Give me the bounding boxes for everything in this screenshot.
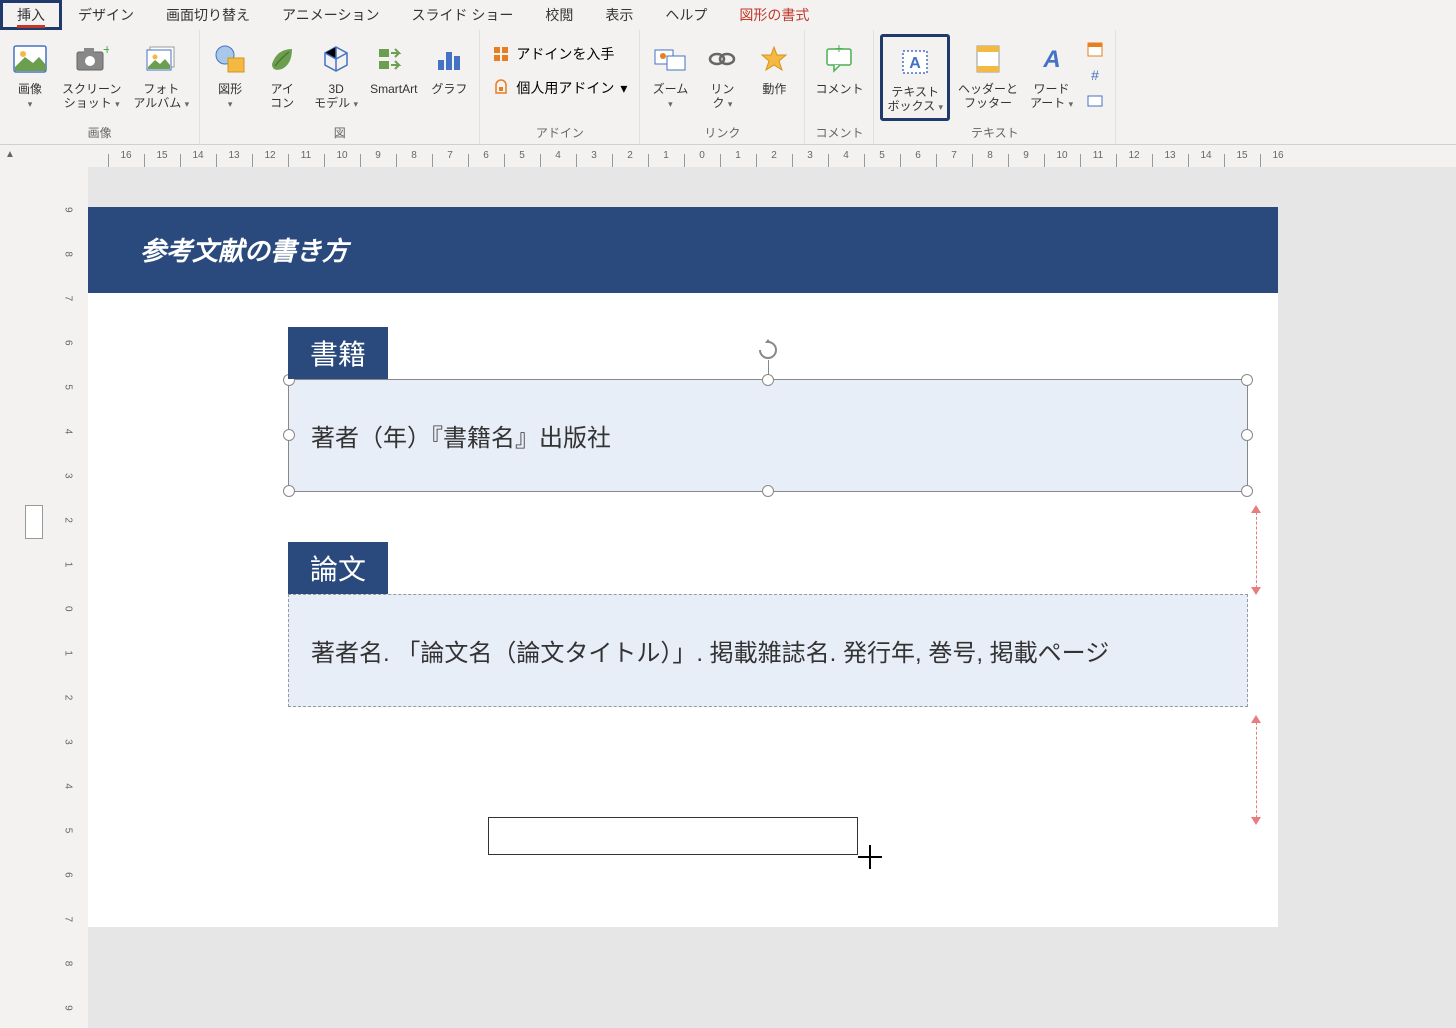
ribbon: 画像▾ + スクリーン ショット ▾ フォト アルバム ▾ 画像 <box>0 30 1456 145</box>
svg-text:+: + <box>103 46 109 57</box>
chart-icon <box>434 38 464 80</box>
editor-area: ▲ 16151413121110987654321012345678910111… <box>0 145 1456 1028</box>
smartart-button[interactable]: SmartArt <box>366 34 421 100</box>
tab-review[interactable]: 校閲 <box>529 0 589 30</box>
cube-icon <box>321 38 351 80</box>
chart-button[interactable]: グラフ <box>425 34 473 100</box>
screenshot-button[interactable]: + スクリーン ショット ▾ <box>58 34 125 115</box>
wordart-button[interactable]: A ワード アート ▾ <box>1026 34 1077 115</box>
resize-handle[interactable] <box>762 374 774 386</box>
resize-handle[interactable] <box>762 485 774 497</box>
ribbon-group-illustrations: 図形▾ アイ コン 3D モデル ▾ <box>200 30 480 144</box>
rotate-handle[interactable] <box>756 338 780 362</box>
slide-number-button[interactable]: # <box>1083 64 1107 88</box>
leaf-icon <box>267 38 297 80</box>
tab-insert[interactable]: 挿入 <box>0 0 62 30</box>
group-label-illustrations: 図 <box>206 121 473 144</box>
tab-view[interactable]: 表示 <box>589 0 649 30</box>
camera-icon: + <box>75 38 109 80</box>
3d-models-button[interactable]: 3D モデル ▾ <box>310 34 362 115</box>
tag-book[interactable]: 書籍 <box>288 327 388 379</box>
link-button[interactable]: リン ク ▾ <box>698 34 746 115</box>
photo-album-icon <box>144 38 178 80</box>
tab-help[interactable]: ヘルプ <box>649 0 723 30</box>
get-addins-label: アドインを入手 <box>516 44 614 64</box>
scroll-up-icon[interactable]: ▲ <box>5 149 15 160</box>
ribbon-group-links: ズーム▾ リン ク ▾ 動作 リンク <box>640 30 805 144</box>
ribbon-group-comments: + コメント コメント <box>805 30 874 144</box>
textbox-book-text: 著者（年）『書籍名』出版社 <box>311 425 611 452</box>
slide-title[interactable]: 参考文献の書き方 <box>140 231 348 268</box>
textbox-icon: A <box>900 41 930 83</box>
new-textbox-drawing[interactable] <box>488 817 858 855</box>
tab-shape-format[interactable]: 図形の書式 <box>723 0 825 30</box>
picture-icon <box>13 38 47 80</box>
resize-handle[interactable] <box>283 485 295 497</box>
my-addins-button[interactable]: 個人用アドイン ▾ <box>486 76 633 100</box>
textbox-paper-text: 著者名. 「論文名（論文タイトル）」. 掲載雑誌名. 発行年, 巻号, 掲載ペー… <box>311 640 1109 667</box>
icons-button[interactable]: アイ コン <box>258 34 306 115</box>
resize-handle[interactable] <box>1241 485 1253 497</box>
resize-handle[interactable] <box>283 429 295 441</box>
zoom-button[interactable]: ズーム▾ <box>646 34 694 115</box>
slide-header: 参考文献の書き方 <box>88 207 1278 293</box>
slide-thumbnail[interactable] <box>25 505 43 539</box>
object-icon <box>1086 92 1104 113</box>
ribbon-group-addins: アドインを入手 個人用アドイン ▾ アドイン <box>480 30 640 144</box>
ribbon-group-text: A テキスト ボックス ▾ ヘッダーと フッター A ワード アート ▾ <box>874 30 1116 144</box>
store-icon <box>492 45 510 63</box>
group-label-links: リンク <box>646 121 798 144</box>
alignment-guide <box>1256 717 1257 823</box>
smartart-icon <box>377 38 411 80</box>
horizontal-ruler: 1615141312111098765432101234567891011121… <box>48 145 1456 167</box>
link-icon <box>707 38 737 80</box>
action-button[interactable]: 動作 <box>750 34 798 100</box>
date-time-button[interactable] <box>1083 38 1107 62</box>
photo-album-button[interactable]: フォト アルバム ▾ <box>129 34 193 115</box>
tab-design[interactable]: デザイン <box>62 0 150 30</box>
get-addins-button[interactable]: アドインを入手 <box>486 42 633 66</box>
svg-text:+: + <box>835 45 843 56</box>
crosshair-cursor <box>858 845 882 869</box>
number-icon: # <box>1086 66 1104 87</box>
addins-icon <box>492 79 510 97</box>
svg-text:A: A <box>909 55 921 72</box>
calendar-icon <box>1086 40 1104 61</box>
svg-text:#: # <box>1091 67 1099 83</box>
slide: 参考文献の書き方 書籍 <box>88 207 1278 927</box>
slide-canvas[interactable]: 参考文献の書き方 書籍 <box>88 167 1456 1028</box>
textbox-book[interactable]: 著者（年）『書籍名』出版社 <box>288 379 1248 492</box>
comment-icon: + <box>824 38 854 80</box>
tag-paper[interactable]: 論文 <box>288 542 388 594</box>
resize-handle[interactable] <box>1241 429 1253 441</box>
group-label-images: 画像 <box>6 121 193 144</box>
object-button[interactable] <box>1083 90 1107 114</box>
tab-slideshow[interactable]: スライド ショー <box>395 0 529 30</box>
svg-text:A: A <box>1042 46 1060 73</box>
thumbnail-pane <box>20 145 48 1028</box>
tab-animations[interactable]: アニメーション <box>266 0 395 30</box>
vertical-ruler: 9 8 7 6 5 4 3 2 1 0 1 2 3 4 5 6 7 8 9 <box>48 167 88 1028</box>
tab-transitions[interactable]: 画面切り替え <box>150 0 266 30</box>
alignment-guide <box>1256 507 1257 593</box>
textbox-paper[interactable]: 著者名. 「論文名（論文タイトル）」. 掲載雑誌名. 発行年, 巻号, 掲載ペー… <box>288 594 1248 707</box>
group-label-comments: コメント <box>811 121 867 144</box>
side-scroll: ▲ <box>0 145 20 1028</box>
shapes-button[interactable]: 図形▾ <box>206 34 254 115</box>
group-label-addins: アドイン <box>486 121 633 144</box>
my-addins-label: 個人用アドイン <box>516 78 614 98</box>
ribbon-group-images: 画像▾ + スクリーン ショット ▾ フォト アルバム ▾ 画像 <box>0 30 200 144</box>
zoom-icon <box>653 38 687 80</box>
resize-handle[interactable] <box>1241 374 1253 386</box>
tab-bar: 挿入 デザイン 画面切り替え アニメーション スライド ショー 校閲 表示 ヘル… <box>0 0 1456 30</box>
group-label-text: テキスト <box>880 121 1109 144</box>
header-footer-icon <box>975 38 1001 80</box>
pictures-button[interactable]: 画像▾ <box>6 34 54 115</box>
shapes-icon <box>214 38 246 80</box>
star-icon <box>760 38 788 80</box>
header-footer-button[interactable]: ヘッダーと フッター <box>954 34 1022 115</box>
textbox-button[interactable]: A テキスト ボックス ▾ <box>880 34 950 121</box>
comment-button[interactable]: + コメント <box>811 34 867 100</box>
wordart-icon: A <box>1038 38 1066 80</box>
